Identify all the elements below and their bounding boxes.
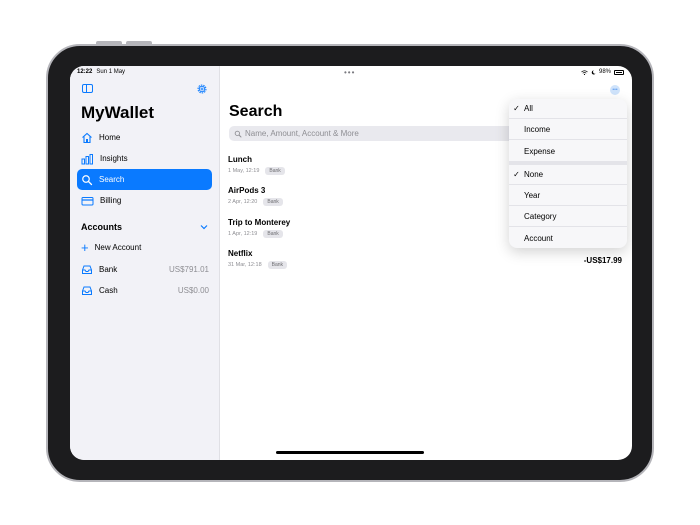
menu-item-label: Expense (524, 146, 556, 156)
transaction-row[interactable]: Netflix 31 Mar, 12:18 Bank (228, 249, 288, 269)
wifi-icon (581, 69, 588, 75)
multitask-dots-icon[interactable]: ••• (344, 68, 355, 77)
home-indicator[interactable] (276, 451, 424, 454)
chevron-down-icon[interactable] (200, 224, 208, 230)
transaction-amount: -US$17.99 (583, 256, 622, 265)
transaction-name: AirPods 3 (228, 186, 266, 195)
search-input[interactable]: Name, Amount, Account & More (229, 126, 529, 141)
account-balance: US$791.01 (168, 264, 209, 274)
account-name: Bank (99, 264, 118, 274)
menu-item-label: All (524, 104, 533, 113)
new-account-button[interactable]: + New Account (81, 241, 141, 254)
account-tag: Bank (263, 198, 283, 206)
menu-item-account[interactable]: Account (509, 228, 627, 248)
sidebar-toggle-icon[interactable] (82, 84, 93, 93)
more-options-icon[interactable]: ••• (610, 85, 620, 95)
search-icon (82, 174, 93, 185)
sidebar: 12:22 Sun 1 May MyWallet Home Insights S… (70, 66, 220, 460)
app-title: MyWallet (81, 103, 155, 122)
bar-chart-icon (81, 153, 93, 164)
sidebar-item-billing[interactable]: Billing (77, 190, 212, 211)
transaction-date: 31 Mar, 12:18 (228, 262, 262, 268)
status-indicators: 98% (581, 69, 624, 75)
menu-item-year[interactable]: Year (509, 186, 627, 206)
screen: 12:22 Sun 1 May MyWallet Home Insights S… (70, 66, 632, 460)
transaction-date: 1 Apr, 12:19 (228, 231, 258, 237)
new-account-label: New Account (94, 243, 142, 252)
menu-item-label: Year (524, 191, 541, 200)
account-balance: US$0.00 (177, 285, 209, 295)
transaction-date: 2 Apr, 12:20 (228, 199, 258, 205)
transaction-name: Netflix (228, 249, 253, 258)
menu-item-expense[interactable]: Expense (509, 141, 627, 161)
menu-item-all[interactable]: ✓ All (509, 99, 627, 119)
sidebar-item-label: Search (99, 175, 125, 184)
search-placeholder: Name, Amount, Account & More (245, 129, 359, 138)
status-time: 12:22 Sun 1 May (77, 69, 126, 75)
sidebar-item-label: Billing (100, 196, 122, 205)
transaction-name: Trip to Monterey (228, 218, 291, 227)
transaction-name: Lunch (228, 155, 252, 164)
tray-icon (82, 286, 92, 295)
search-icon (234, 130, 242, 137)
transaction-date: 1 May, 12:19 (228, 168, 260, 174)
account-tag: Bank (265, 167, 285, 175)
account-tag: Bank (263, 230, 283, 238)
battery-icon (614, 69, 624, 75)
sidebar-item-label: Home (99, 133, 121, 142)
sidebar-item-label: Insights (100, 154, 128, 163)
gear-icon[interactable] (196, 83, 208, 95)
filter-menu: ✓ All Income Expense ✓ None Year Categor… (509, 99, 627, 248)
transaction-row[interactable]: Trip to Monterey 1 Apr, 12:19 Bank (228, 218, 290, 238)
menu-item-label: Account (524, 233, 553, 243)
transaction-row[interactable]: AirPods 3 2 Apr, 12:20 Bank (228, 186, 283, 206)
account-row-bank[interactable]: Bank US$791.01 (81, 261, 209, 277)
tray-icon (82, 265, 92, 274)
sidebar-item-home[interactable]: Home (77, 127, 212, 148)
moon-icon (591, 69, 596, 74)
status-date: Sun 1 May (96, 69, 126, 75)
sidebar-item-search[interactable]: Search (77, 169, 212, 190)
house-icon (82, 132, 92, 143)
battery-percent: 98% (598, 69, 611, 75)
account-tag: Bank (267, 261, 288, 269)
menu-item-label: Category (524, 212, 557, 221)
transaction-row[interactable]: Lunch 1 May, 12:19 Bank (228, 155, 285, 175)
menu-item-income[interactable]: Income (509, 120, 627, 140)
menu-item-label: Income (524, 125, 551, 134)
menu-item-label: None (524, 170, 544, 179)
page-title: Search (229, 103, 283, 120)
checkmark-icon: ✓ (513, 170, 520, 179)
sidebar-item-insights[interactable]: Insights (77, 148, 212, 169)
checkmark-icon: ✓ (513, 104, 520, 113)
menu-item-category[interactable]: Category (509, 207, 627, 227)
credit-card-icon (81, 196, 94, 205)
plus-icon: + (81, 240, 89, 255)
accounts-header: Accounts (81, 222, 123, 232)
account-name: Cash (99, 285, 118, 295)
account-row-cash[interactable]: Cash US$0.00 (81, 282, 209, 298)
menu-item-none[interactable]: ✓ None (509, 165, 627, 185)
